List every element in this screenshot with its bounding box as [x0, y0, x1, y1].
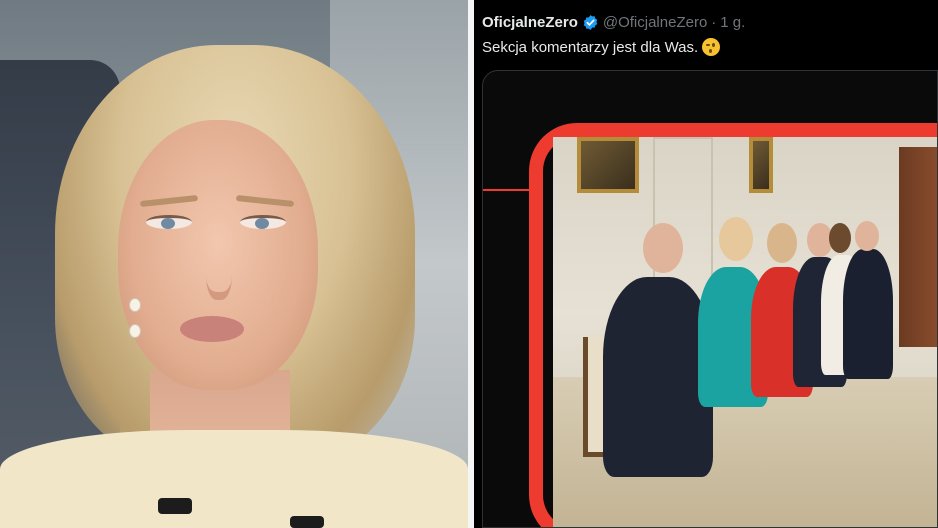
head: [719, 217, 753, 261]
right-eye: [240, 215, 286, 229]
mouth: [180, 316, 244, 342]
tweet-text: Sekcja komentarzy jest dla Was.: [482, 38, 721, 56]
head: [767, 223, 797, 263]
display-name[interactable]: OficjalneZero: [482, 14, 578, 31]
lapel-microphone: [158, 498, 192, 514]
separator-dot: ·: [711, 14, 717, 31]
verified-badge-icon: [583, 15, 598, 30]
man-in-suit-3: [843, 249, 893, 379]
man-in-suit: [603, 277, 713, 477]
left-eye: [146, 215, 192, 229]
tweet-header: OficjalneZero @OficjalneZero · 1 g.: [482, 14, 745, 31]
painting-left: [577, 137, 639, 193]
tweet-media[interactable]: [482, 70, 938, 528]
tweet[interactable]: OficjalneZero @OficjalneZero · 1 g. Sekc…: [474, 0, 938, 528]
nose: [206, 240, 232, 300]
timestamp[interactable]: 1 g.: [720, 14, 745, 31]
lapel-microphone-2: [290, 516, 324, 528]
face: [118, 120, 318, 390]
left-eyebrow: [139, 194, 199, 208]
door: [899, 147, 937, 347]
woman-photo: [0, 0, 468, 528]
painting-right: [749, 137, 773, 193]
head: [643, 223, 683, 273]
right-eyebrow: [235, 194, 295, 208]
handle[interactable]: @OficjalneZero: [603, 14, 707, 31]
meeting-photo: [553, 137, 937, 527]
pearl-earring: [128, 298, 141, 340]
blouse: [0, 430, 468, 528]
head: [829, 223, 851, 253]
wink-emoji-icon: [702, 38, 721, 56]
head: [855, 221, 879, 251]
tweet-body: Sekcja komentarzy jest dla Was.: [482, 38, 699, 56]
